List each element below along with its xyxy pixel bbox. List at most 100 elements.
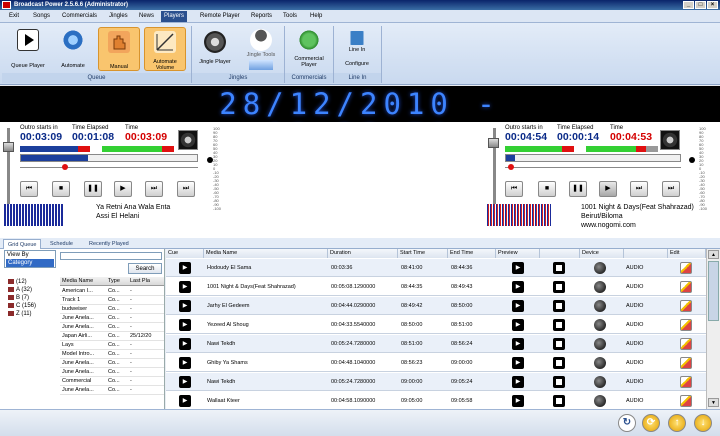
- right-next-button[interactable]: ⏭: [662, 181, 680, 197]
- preview-play-icon[interactable]: ▶: [512, 376, 524, 388]
- close-button[interactable]: ×: [707, 1, 718, 9]
- right-prev-button[interactable]: ⏮: [505, 181, 523, 197]
- media-row[interactable]: June Anela... Co... -: [60, 323, 164, 332]
- preview-stop-icon[interactable]: [553, 338, 565, 350]
- maximize-button[interactable]: □: [695, 1, 706, 9]
- media-row[interactable]: Lays Co... -: [60, 341, 164, 350]
- preview-play-icon[interactable]: ▶: [512, 262, 524, 274]
- scroll-down-arrow[interactable]: ▼: [708, 398, 719, 407]
- media-row[interactable]: June Anela... Co... -: [60, 359, 164, 368]
- edit-icon[interactable]: [680, 281, 692, 293]
- device-speaker-icon[interactable]: [594, 319, 606, 331]
- line-in-button[interactable]: Line In Configure: [336, 31, 378, 67]
- preview-stop-icon[interactable]: [553, 376, 565, 388]
- queue-player-button[interactable]: Queue Player: [6, 29, 50, 69]
- col-start-time[interactable]: Start Time: [398, 249, 448, 258]
- automate-button[interactable]: Automate: [54, 29, 92, 69]
- col-end-time[interactable]: End Time: [448, 249, 496, 258]
- edit-icon[interactable]: [680, 357, 692, 369]
- menu-jingles[interactable]: Jingles: [106, 11, 131, 22]
- col-cue[interactable]: Cue: [166, 249, 204, 258]
- manual-button[interactable]: Manual: [98, 27, 140, 71]
- media-row[interactable]: Commercial Co... -: [60, 377, 164, 386]
- cue-play-icon[interactable]: ▶: [179, 319, 191, 331]
- media-row[interactable]: Track 1 Co... -: [60, 296, 164, 305]
- col-duration[interactable]: Duration: [328, 249, 398, 258]
- automate-volume-button[interactable]: Automate Volume: [144, 27, 186, 71]
- device-speaker-icon[interactable]: [594, 376, 606, 388]
- preview-play-icon[interactable]: ▶: [512, 357, 524, 369]
- grid-row[interactable]: ▶ Wallaat Kteer 00:04:58.1090000 09:05:00 09…: [166, 392, 706, 410]
- preview-stop-icon[interactable]: [553, 300, 565, 312]
- cue-play-icon[interactable]: ▶: [179, 338, 191, 350]
- media-row[interactable]: June Anela... Co... -: [60, 314, 164, 323]
- clock-refresh-icon[interactable]: ⟳: [642, 414, 660, 432]
- menu-exit[interactable]: Exit: [6, 11, 22, 22]
- media-row[interactable]: Model Intro... Co... -: [60, 350, 164, 359]
- media-table-header[interactable]: Media Name Type Last Pla: [60, 277, 164, 286]
- search-input[interactable]: [60, 252, 162, 260]
- menu-reports[interactable]: Reports: [248, 11, 275, 22]
- tree-item[interactable]: A (32): [8, 287, 36, 295]
- preview-stop-icon[interactable]: [553, 281, 565, 293]
- media-col-header[interactable]: Media Name: [62, 277, 106, 285]
- left-next-button[interactable]: ⏭: [177, 181, 195, 197]
- device-speaker-icon[interactable]: [594, 395, 606, 407]
- media-col-header[interactable]: Last Pla: [130, 277, 164, 285]
- cue-play-icon[interactable]: ▶: [179, 281, 191, 293]
- cue-play-icon[interactable]: ▶: [179, 376, 191, 388]
- right-volume-slider-thumb[interactable]: [488, 138, 499, 148]
- grid-scrollbar[interactable]: ▲ ▼: [706, 249, 720, 409]
- preview-play-icon[interactable]: ▶: [512, 395, 524, 407]
- refresh-icon[interactable]: ↻: [618, 414, 636, 432]
- cue-play-icon[interactable]: ▶: [179, 357, 191, 369]
- jingle-player-button[interactable]: Jingle Player: [196, 31, 234, 65]
- right-progress-track[interactable]: [505, 154, 681, 162]
- left-pause-button[interactable]: ❚❚: [84, 181, 102, 197]
- view-by-select[interactable]: Category: [6, 259, 54, 267]
- grid-row[interactable]: ▶ Jarhy El Gedeem 00:04:44.0290000 08:49:42…: [166, 297, 706, 315]
- media-col-header[interactable]: Type: [108, 277, 130, 285]
- tab-schedule[interactable]: Schedule: [46, 239, 77, 249]
- tree-item[interactable]: B (7): [8, 295, 36, 303]
- right-stop-button[interactable]: ■: [538, 181, 556, 197]
- device-speaker-icon[interactable]: [594, 357, 606, 369]
- left-seek-track[interactable]: [20, 167, 198, 168]
- media-row[interactable]: budweiser Co... -: [60, 305, 164, 314]
- left-prev-button[interactable]: ⏮: [20, 181, 38, 197]
- edit-icon[interactable]: [680, 300, 692, 312]
- media-row[interactable]: Japan Airli... Co... 25/12/20: [60, 332, 164, 341]
- menu-help[interactable]: Help: [307, 11, 325, 22]
- menu-commercials[interactable]: Commercials: [59, 11, 100, 22]
- left-volume-track[interactable]: [7, 128, 10, 210]
- minimize-button[interactable]: _: [683, 1, 694, 9]
- right-play-button[interactable]: ▶: [599, 181, 617, 197]
- preview-stop-icon[interactable]: [553, 395, 565, 407]
- edit-icon[interactable]: [680, 376, 692, 388]
- right-balance-knob[interactable]: [689, 157, 695, 163]
- col-media-name[interactable]: Media Name: [204, 249, 328, 258]
- edit-icon[interactable]: [680, 338, 692, 350]
- right-seek-knob[interactable]: [508, 164, 514, 170]
- configure-label[interactable]: Configure: [336, 61, 378, 67]
- cue-play-icon[interactable]: ▶: [179, 262, 191, 274]
- cue-play-icon[interactable]: ▶: [179, 395, 191, 407]
- scroll-thumb[interactable]: [708, 261, 719, 321]
- right-seek-track[interactable]: [505, 167, 681, 168]
- preview-play-icon[interactable]: ▶: [512, 338, 524, 350]
- media-row[interactable]: June Anela... Co... -: [60, 386, 164, 395]
- menu-tools[interactable]: Tools: [280, 11, 300, 22]
- move-down-icon[interactable]: ↓: [694, 414, 712, 432]
- grid-row[interactable]: ▶ Nawi Tekdh 00:05:24.7280000 08:51:00 08:56…: [166, 335, 706, 353]
- right-forward-button[interactable]: ⏭: [630, 181, 648, 197]
- left-seek-knob[interactable]: [62, 164, 68, 170]
- preview-stop-icon[interactable]: [553, 262, 565, 274]
- col-preview[interactable]: Preview: [496, 249, 540, 258]
- left-stop-button[interactable]: ■: [52, 181, 70, 197]
- commercial-player-button[interactable]: Commercial Player: [288, 29, 330, 68]
- tab-recently-played[interactable]: Recently Played: [85, 239, 133, 249]
- tree-item[interactable]: C (156): [8, 303, 36, 311]
- cue-play-icon[interactable]: ▶: [179, 300, 191, 312]
- scroll-up-arrow[interactable]: ▲: [708, 250, 719, 259]
- left-speaker-icon[interactable]: [178, 130, 198, 150]
